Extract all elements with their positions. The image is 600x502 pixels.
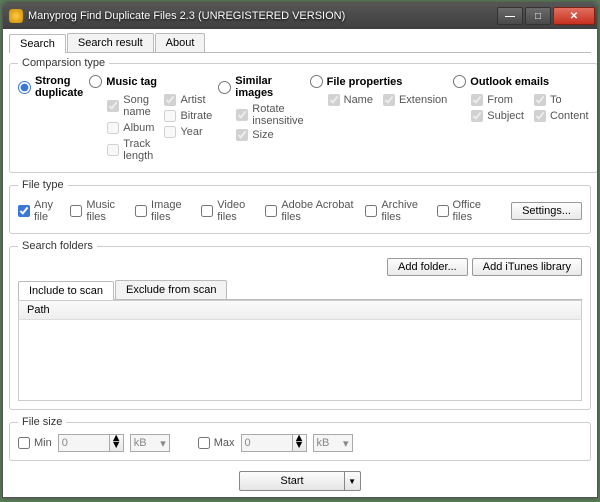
titlebar[interactable]: Manyprog Find Duplicate Files 2.3 (UNREG… <box>3 3 597 29</box>
tab-about[interactable]: About <box>155 33 206 52</box>
add-itunes-button[interactable]: Add iTunes library <box>472 258 582 276</box>
year-check[interactable]: Year <box>164 126 212 138</box>
strong-duplicate-radio[interactable]: Strong duplicate <box>18 75 83 99</box>
max-value-spinner[interactable]: ▲▼ <box>241 434 307 452</box>
start-button[interactable]: Start <box>239 471 344 491</box>
minimize-button[interactable]: — <box>497 7 523 25</box>
to-check[interactable]: To <box>534 94 589 106</box>
max-check[interactable]: Max <box>198 437 235 449</box>
tab-search[interactable]: Search <box>9 34 66 53</box>
comparison-legend: Comparsion type <box>18 57 109 69</box>
content-check[interactable]: Content <box>534 110 589 122</box>
settings-button[interactable]: Settings... <box>511 202 582 220</box>
video-files-check[interactable]: Video files <box>201 199 255 223</box>
file-size-group: File size Min ▲▼ kB▾ Max ▲▼ kB▾ <box>9 416 591 461</box>
close-button[interactable]: ✕ <box>553 7 595 25</box>
window-title: Manyprog Find Duplicate Files 2.3 (UNREG… <box>28 10 497 22</box>
search-folders-legend: Search folders <box>18 240 97 252</box>
scan-tabs: Include to scan Exclude from scan <box>18 280 582 300</box>
tab-search-result[interactable]: Search result <box>67 33 154 52</box>
similar-images-radio[interactable]: Similar images <box>218 75 303 99</box>
track-length-check[interactable]: Track length <box>107 138 154 162</box>
min-check[interactable]: Min <box>18 437 52 449</box>
artist-check[interactable]: Artist <box>164 94 212 106</box>
main-tabs: Search Search result About <box>9 33 591 53</box>
start-bar: Start ▼ <box>9 467 591 491</box>
search-folders-group: Search folders Add folder... Add iTunes … <box>9 240 591 410</box>
archive-files-check[interactable]: Archive files <box>365 199 426 223</box>
exclude-tab[interactable]: Exclude from scan <box>115 280 227 299</box>
app-window: Manyprog Find Duplicate Files 2.3 (UNREG… <box>2 2 598 498</box>
any-file-check[interactable]: Any file <box>18 199 60 223</box>
maximize-button[interactable]: □ <box>525 7 551 25</box>
path-list[interactable] <box>18 320 582 401</box>
max-unit-select[interactable]: kB▾ <box>313 434 353 452</box>
music-tag-radio[interactable]: Music tag <box>89 75 212 88</box>
add-folder-button[interactable]: Add folder... <box>387 258 468 276</box>
chevron-down-icon: ▾ <box>160 437 166 450</box>
image-files-check[interactable]: Image files <box>135 199 191 223</box>
music-files-check[interactable]: Music files <box>70 199 125 223</box>
from-check[interactable]: From <box>471 94 524 106</box>
comparison-type-group: Comparsion type Strong duplicate Music t… <box>9 57 597 173</box>
name-check[interactable]: Name <box>328 94 373 106</box>
file-type-group: File type Any file Music files Image fil… <box>9 179 591 234</box>
office-files-check[interactable]: Office files <box>437 199 492 223</box>
min-unit-select[interactable]: kB▾ <box>130 434 170 452</box>
file-properties-radio[interactable]: File properties <box>310 75 448 88</box>
album-check[interactable]: Album <box>107 122 154 134</box>
size-check[interactable]: Size <box>236 129 303 141</box>
pdf-files-check[interactable]: Adobe Acrobat files <box>265 199 355 223</box>
path-column-header[interactable]: Path <box>18 300 582 320</box>
song-name-check[interactable]: Song name <box>107 94 154 118</box>
file-type-legend: File type <box>18 179 68 191</box>
rotate-insensitive-check[interactable]: Rotate insensitive <box>236 103 303 127</box>
app-icon <box>9 9 23 23</box>
chevron-down-icon: ▾ <box>343 437 349 450</box>
include-tab[interactable]: Include to scan <box>18 281 114 300</box>
content-area: Search Search result About Comparsion ty… <box>3 29 597 497</box>
bitrate-check[interactable]: Bitrate <box>164 110 212 122</box>
file-size-legend: File size <box>18 416 66 428</box>
start-dropdown-button[interactable]: ▼ <box>345 471 361 491</box>
extension-check[interactable]: Extension <box>383 94 447 106</box>
outlook-emails-radio[interactable]: Outlook emails <box>453 75 588 88</box>
subject-check[interactable]: Subject <box>471 110 524 122</box>
min-value-spinner[interactable]: ▲▼ <box>58 434 124 452</box>
